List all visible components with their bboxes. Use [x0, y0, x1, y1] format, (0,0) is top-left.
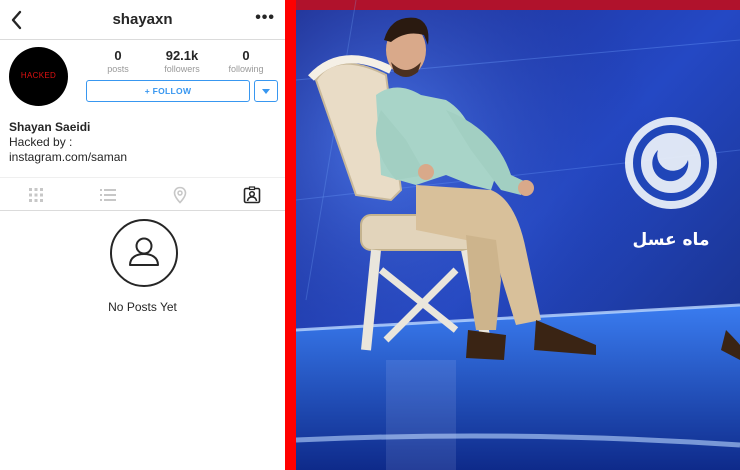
followers-value: 92.1k [165, 48, 199, 63]
follow-button[interactable]: + FOLLOW [86, 80, 250, 102]
posts-count: 0 posts [86, 49, 150, 75]
red-divider [285, 0, 296, 470]
suggestions-dropdown-button[interactable] [254, 80, 278, 102]
list-icon[interactable] [99, 186, 117, 204]
show-logo-text: ماه عسل [633, 230, 710, 250]
posts-value: 0 [114, 48, 122, 63]
tv-studio-photo: ماه عسل [296, 0, 740, 470]
profile-username: shayaxn [112, 11, 173, 28]
following-value: 0 [242, 48, 250, 63]
followers-count[interactable]: 92.1k followers [150, 49, 214, 75]
tagged-person-icon[interactable] [243, 186, 261, 204]
instagram-profile: shayaxn ••• HACKED 0 posts 92.1k followe… [0, 0, 285, 470]
following-label: following [228, 64, 264, 74]
top-navigation-bar: shayaxn ••• [0, 0, 285, 40]
studio-scene: ماه عسل [296, 0, 740, 470]
posts-label: posts [107, 64, 129, 74]
more-options-icon[interactable]: ••• [255, 9, 275, 27]
profile-view-tabs [0, 177, 285, 211]
avatar-hacked-text: HACKED [20, 71, 57, 80]
bio-line-1: Hacked by : [9, 135, 73, 149]
empty-state-message: No Posts Yet [108, 300, 177, 314]
bio-link[interactable]: instagram.com/saman [9, 150, 127, 164]
followers-label: followers [164, 64, 200, 74]
full-name: Shayan Saeidi [9, 120, 91, 134]
following-count[interactable]: 0 following [214, 49, 278, 75]
location-pin-icon[interactable] [171, 186, 189, 204]
grid-icon[interactable] [27, 186, 45, 204]
chevron-down-icon [262, 89, 270, 94]
no-posts-person-icon [110, 219, 178, 287]
avatar[interactable]: HACKED [9, 47, 68, 106]
